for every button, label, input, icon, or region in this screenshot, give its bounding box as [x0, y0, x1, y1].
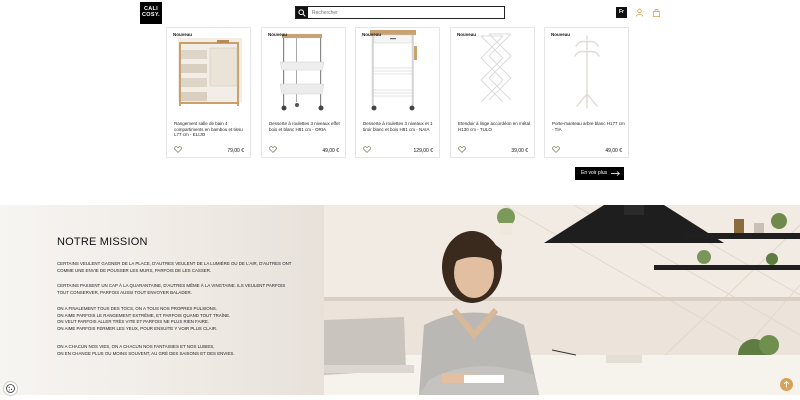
cookie-icon: [6, 384, 15, 393]
product-card[interactable]: Nouveau Desserte à roulettes 3 niveaux e…: [261, 27, 346, 158]
heart-icon[interactable]: [174, 146, 182, 153]
product-card[interactable]: Nouveau Desserte à roulettes 3 niveaux e…: [355, 27, 440, 158]
product-title[interactable]: Desserte à roulettes 3 niveaux effet boi…: [269, 121, 343, 132]
search-input[interactable]: [312, 8, 497, 17]
search-icon: [298, 9, 306, 17]
new-badge: Nouveau: [268, 32, 288, 37]
woman-working-photo: [324, 205, 800, 395]
mission-line: tout conserver, parfois aussi tout envoy…: [57, 289, 192, 295]
product-price: 39,00 €: [511, 148, 528, 154]
heart-icon[interactable]: [269, 146, 277, 153]
heart-icon[interactable]: [363, 146, 371, 153]
kitchen-cart-image: [370, 30, 417, 111]
product-price: 49,00 €: [322, 148, 339, 154]
new-badge: Nouveau: [362, 32, 382, 37]
mission-paragraph: Certains veulent gagner de la place, d'a…: [57, 261, 307, 274]
product-title[interactable]: Porte-manteau arbre blanc H177 cm - TIA: [552, 121, 626, 132]
new-badge: Nouveau: [457, 32, 477, 37]
arrow-up-icon: [783, 380, 790, 388]
cookie-settings-button[interactable]: [3, 381, 18, 396]
trolley-image: [279, 34, 325, 111]
cart-bag-icon[interactable]: [652, 8, 661, 17]
mission-line: Certains passent un cap à la quarantaine…: [57, 283, 286, 288]
mission-paragraph: On a chacun nos vies, on a chacun nos fa…: [57, 344, 307, 357]
product-grid: Nouveau Rangement salle de bain 4 compar…: [166, 27, 630, 159]
mission-line: Certains veulent gagner de la place, d'a…: [57, 261, 292, 266]
mission-section: NOTRE MISSION Certains veulent gagner de…: [0, 205, 800, 395]
mission-title: NOTRE MISSION: [57, 236, 148, 248]
mission-line: comme une envie de pousser les murs, par…: [57, 267, 212, 273]
product-price: 129,00 €: [413, 148, 433, 154]
product-card[interactable]: Nouveau Etendoir à linge accordéon en mé…: [450, 27, 535, 158]
bathroom-storage-image: [178, 38, 242, 106]
mission-line: on en change plus ou moins souvent, au g…: [57, 350, 235, 356]
mission-paragraph: On a finalement tous des tocs, on a tous…: [57, 306, 307, 332]
language-button[interactable]: Fr: [616, 7, 627, 18]
product-price: 79,00 €: [227, 148, 244, 154]
product-title[interactable]: Rangement salle de bain 4 compartiments …: [174, 121, 248, 138]
coat-rack-image: [574, 35, 600, 109]
site-header: CALI COSY. Fr: [0, 0, 800, 26]
mission-line: On aime parfois fermer les yeux, pour en…: [57, 325, 218, 331]
heart-icon[interactable]: [458, 146, 466, 153]
drying-rack-image: [480, 33, 512, 103]
see-more-label: En voir plus: [581, 170, 608, 176]
search-bar: [295, 6, 505, 19]
product-card[interactable]: Nouveau Porte-manteau arbre blanc H177 c…: [544, 27, 629, 158]
scroll-to-top-button[interactable]: [780, 378, 793, 391]
see-more-button[interactable]: En voir plus: [575, 167, 624, 180]
mission-paragraph: Certains passent un cap à la quarantaine…: [57, 283, 307, 296]
search-button[interactable]: [296, 7, 308, 18]
product-title[interactable]: Desserte à roulettes 3 niveaux et 1 tiro…: [363, 121, 437, 132]
mission-text-panel: [0, 205, 325, 395]
site-logo[interactable]: CALI COSY.: [140, 2, 162, 24]
product-price: 49,00 €: [605, 148, 622, 154]
new-badge: Nouveau: [551, 32, 571, 37]
arrow-right-icon: [611, 171, 620, 176]
new-badge: Nouveau: [173, 32, 193, 37]
user-icon[interactable]: [635, 8, 644, 17]
product-title[interactable]: Etendoir à linge accordéon en métal H130…: [458, 121, 532, 132]
product-card[interactable]: Nouveau Rangement salle de bain 4 compar…: [166, 27, 251, 158]
heart-icon[interactable]: [552, 146, 560, 153]
